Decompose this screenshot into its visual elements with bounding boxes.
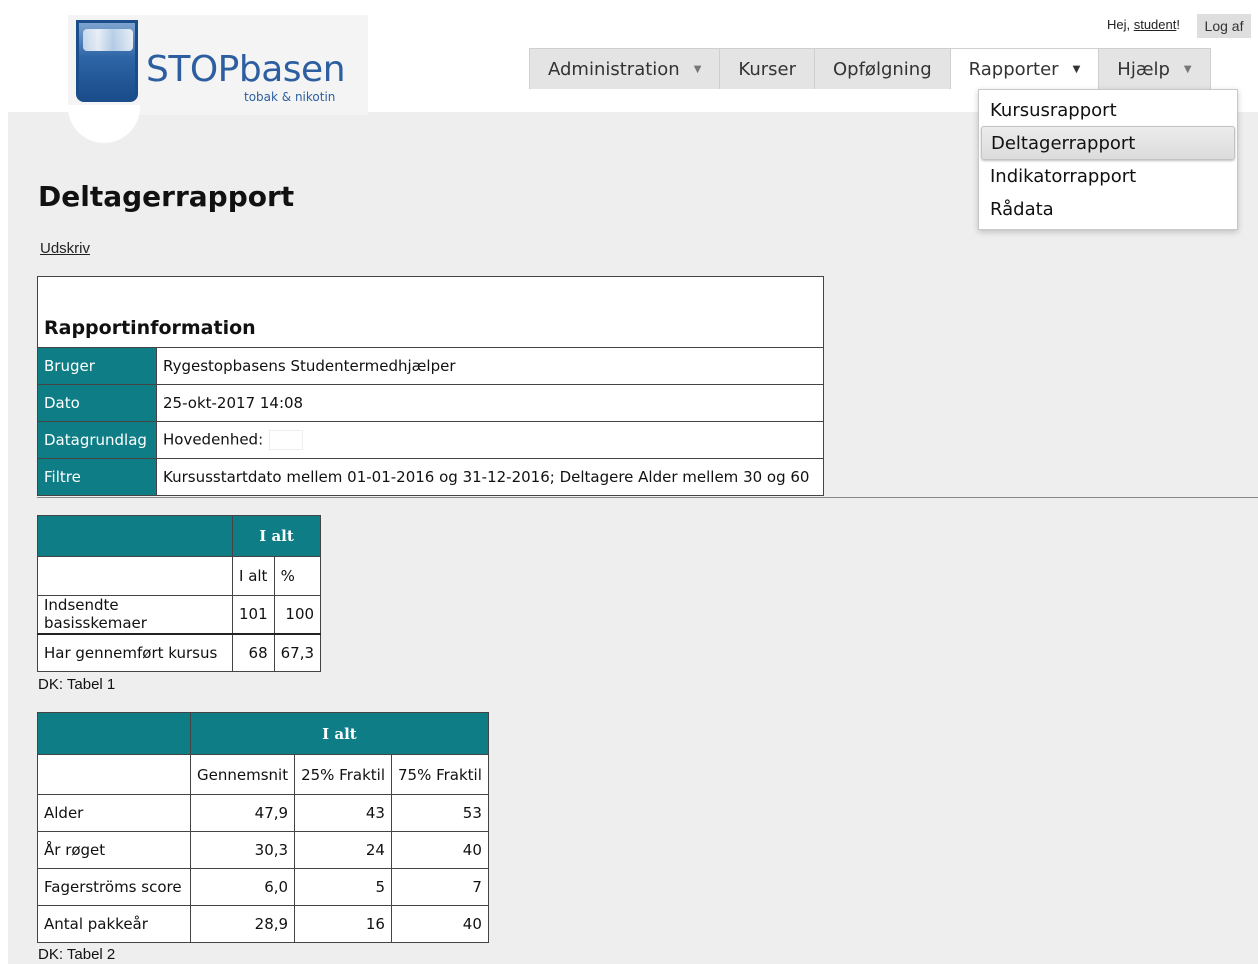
rapporter-dropdown: Kursusrapport Deltagerrapport Indikatorr… — [978, 89, 1238, 230]
group-header: I alt — [190, 712, 489, 755]
group-header: I alt — [231, 515, 322, 557]
cell-value: 43 — [294, 794, 392, 832]
nav-label: Administration — [548, 58, 680, 80]
info-value: 25-okt-2017 14:08 — [156, 384, 824, 422]
nav-kurser[interactable]: Kurser — [720, 49, 815, 89]
table1: I alt I alt% Indsendte basisskemaer 101 10… — [37, 515, 322, 672]
nav-administration[interactable]: Administration ▼ — [530, 49, 721, 89]
row-label: Fagerströms score — [37, 868, 191, 906]
logo-subtitle: tobak & nikotin — [244, 90, 336, 104]
page-title: Deltagerrapport — [38, 180, 295, 213]
logout-button[interactable]: Log af — [1197, 14, 1251, 38]
caret-down-icon: ▼ — [693, 63, 702, 75]
col-header: Gennemsnit — [189, 754, 296, 795]
info-value-text: Hovedenhed: — [163, 430, 264, 449]
user-greeting: Hej, student! — [1107, 17, 1180, 32]
col-header: 25% Fraktil — [294, 754, 392, 795]
greeting-suffix: ! — [1176, 17, 1180, 32]
info-value: Rygestopbasens Studentermedhjælper — [156, 347, 824, 385]
cell-value: 47,9 — [189, 794, 296, 832]
cell-value: 53 — [390, 794, 489, 832]
empty-cell — [37, 556, 233, 596]
row-label: År røget — [37, 831, 191, 869]
cell-value: 67,3 — [273, 632, 322, 672]
cell-value: 5 — [294, 868, 392, 906]
table2-caption: DK: Tabel 2 — [38, 946, 116, 963]
menu-item-deltagerrapport[interactable]: Deltagerrapport — [981, 126, 1235, 160]
cell-value: 101 — [232, 595, 275, 634]
menu-item-indikatorrapport[interactable]: Indikatorrapport — [981, 160, 1235, 194]
cell-value: 40 — [390, 831, 489, 869]
table2: I alt Gennemsnit 25% Fraktil 75% Fraktil A… — [37, 712, 489, 943]
nav-hjaelp[interactable]: Hjælp ▼ — [1099, 49, 1209, 89]
menu-item-radata[interactable]: Rådata — [981, 193, 1235, 227]
nav-rapporter[interactable]: Rapporter ▼ — [950, 49, 1100, 89]
cell-value: 30,3 — [189, 831, 296, 869]
nav-opfolgning[interactable]: Opfølgning — [815, 49, 951, 89]
print-link[interactable]: Udskriv — [40, 240, 90, 257]
nav-label: Hjælp — [1117, 58, 1170, 80]
report-info-title: Rapportinformation — [37, 276, 824, 348]
cell-value: 16 — [294, 905, 392, 943]
cell-value: 100 — [273, 595, 322, 634]
cell-value: 6,0 — [189, 868, 296, 906]
info-value: Hovedenhed: — [156, 421, 824, 459]
logo-text: STOPbasen — [146, 49, 346, 90]
row-label: Indsendte basisskemaer — [37, 595, 233, 634]
logo-icon — [76, 20, 138, 102]
nav-label: Kurser — [738, 58, 796, 80]
cell-value: 68 — [232, 632, 275, 672]
table-corner — [37, 515, 233, 557]
cell-value: 28,9 — [189, 905, 296, 943]
empty-cell — [37, 754, 191, 795]
nav-label: Rapporter — [968, 58, 1059, 80]
info-label: Bruger — [37, 347, 157, 385]
info-label: Dato — [37, 384, 157, 422]
username-link[interactable]: student — [1134, 17, 1177, 32]
table1-caption: DK: Tabel 1 — [38, 676, 116, 693]
info-value: Kursusstartdato mellem 01-01-2016 og 31-… — [156, 458, 824, 496]
cell-value: 24 — [294, 831, 392, 869]
greeting-prefix: Hej, — [1106, 17, 1134, 32]
col-header: 75% Fraktil — [390, 754, 489, 795]
caret-down-icon: ▼ — [1072, 63, 1081, 75]
info-label: Filtre — [37, 458, 157, 496]
row-label: Har gennemført kursus — [37, 632, 233, 672]
divider — [37, 497, 1258, 498]
menu-item-kursusrapport[interactable]: Kursusrapport — [981, 94, 1235, 128]
col-header: % — [273, 556, 322, 596]
nav-label: Opfølgning — [833, 58, 932, 80]
col-header: I alt — [232, 556, 275, 596]
table-corner — [37, 712, 191, 755]
report-info-table: Rapportinformation Bruger Rygestopbasens … — [37, 276, 824, 496]
cell-value: 7 — [390, 868, 489, 906]
caret-down-icon: ▼ — [1183, 63, 1192, 75]
row-label: Antal pakkeår — [37, 905, 191, 943]
main-nav: Administration ▼ Kurser Opfølgning Rappor… — [529, 48, 1211, 89]
info-label: Datagrundlag — [37, 421, 157, 459]
row-label: Alder — [37, 794, 191, 832]
redacted-box — [269, 430, 304, 450]
cell-value: 40 — [390, 905, 489, 943]
